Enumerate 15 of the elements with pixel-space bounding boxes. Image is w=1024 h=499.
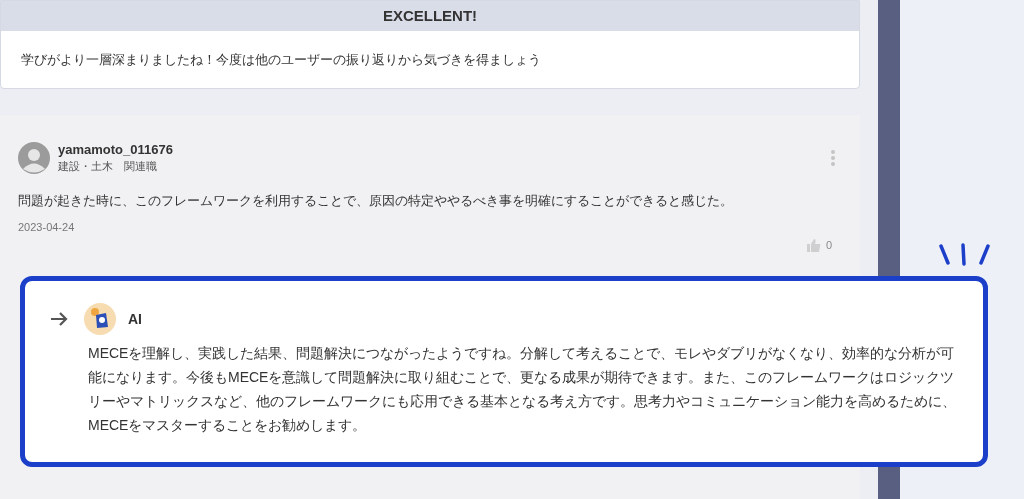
ai-reply-text: MECEを理解し、実践した結果、問題解決につながったようですね。分解して考えることで、モレやダブリがなくなり、効率的な分析が可能になります。今後もMECEを意識して問題解決に取り組むことで、更なる成果が期待できます。また、このフレームワークはロジックツリーやマトリックスなど、他のフレームワークにも応用できる基本となる考え方です。思考力やコミュニケーション能力を高めるために、MECEをマスターすることをお勧めします。 [88, 344, 957, 435]
arrow-right-icon [49, 311, 69, 327]
ai-name: AI [128, 309, 142, 329]
comment-date: 2023-04-24 [18, 219, 76, 235]
sparkle-icon [938, 243, 992, 267]
comment-text: 問題が起きた時に、このフレームワークを利用することで、原因の特定ややるべき事を明確にすることができると感じた。 [18, 192, 734, 210]
avatar-icon [18, 142, 50, 174]
user-category: 建設・土木 関連職 [58, 159, 158, 174]
thumbs-up-icon[interactable] [805, 237, 822, 254]
ai-avatar-icon [84, 303, 116, 335]
result-message: 学びがより一層深まりましたね！今度は他のユーザーの振り返りから気づきを得ましょう [20, 50, 542, 69]
more-icon[interactable] [830, 149, 836, 167]
result-title: EXCELLENT! [1, 1, 859, 31]
username[interactable]: yamamoto_011676 [58, 142, 173, 158]
like-count: 0 [825, 238, 832, 253]
